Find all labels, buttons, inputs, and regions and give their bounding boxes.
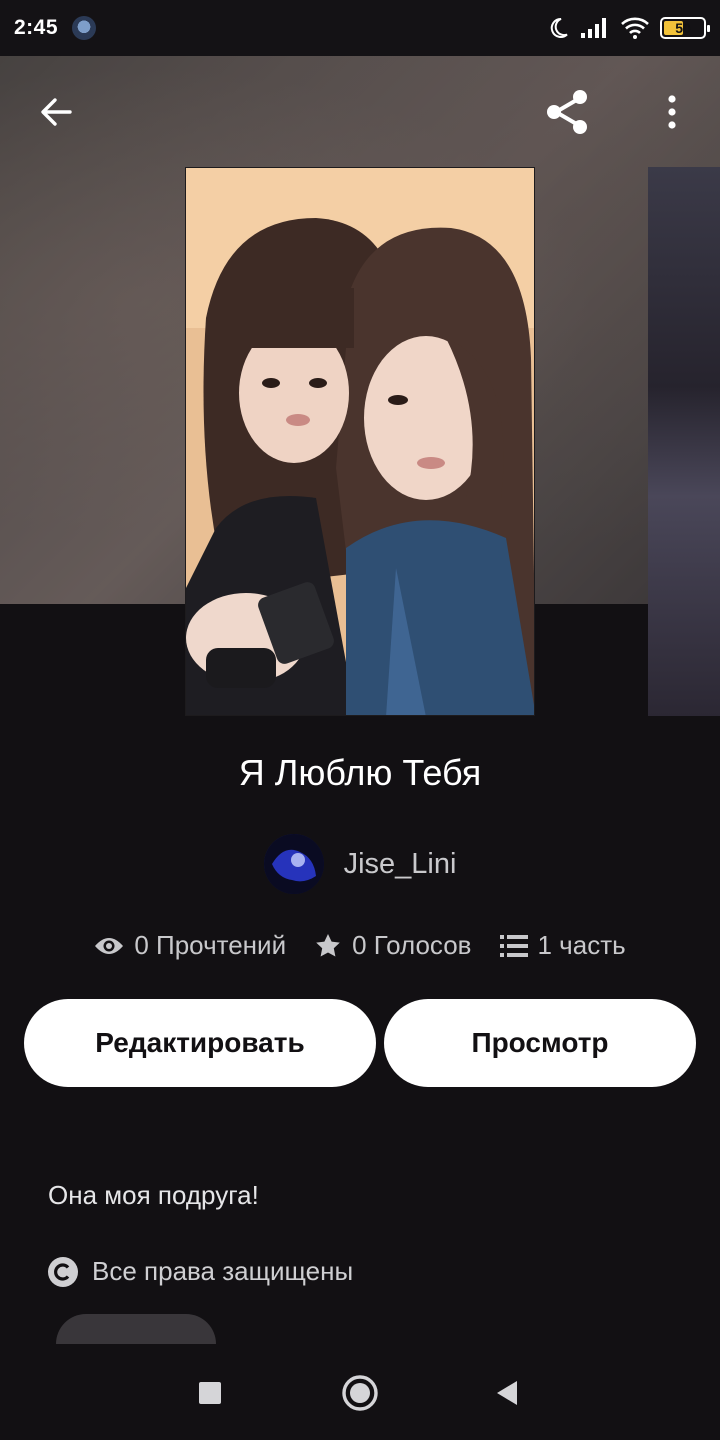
copyright-icon xyxy=(48,1256,78,1287)
votes-count: 0 Голосов xyxy=(352,930,472,960)
signal-icon xyxy=(581,18,606,38)
list-icon xyxy=(499,934,528,957)
story-stats: 0 Прочтений 0 Голосов 1 часть xyxy=(0,930,720,961)
home-button[interactable] xyxy=(335,1368,385,1418)
recents-button[interactable] xyxy=(185,1368,235,1418)
back-nav-button[interactable] xyxy=(482,1368,532,1418)
back-button[interactable] xyxy=(30,86,82,138)
share-button[interactable] xyxy=(540,84,596,140)
notification-app-icon xyxy=(72,16,97,40)
parts-count: 1 часть xyxy=(537,930,626,960)
status-time: 2:45 xyxy=(14,16,59,39)
story-title: Я Люблю Тебя xyxy=(238,752,482,793)
copyright-row: Все права защищены xyxy=(48,1256,353,1287)
edit-button[interactable]: Редактировать xyxy=(24,999,376,1087)
star-icon xyxy=(316,933,340,956)
status-icons: 50 xyxy=(546,16,710,40)
battery-level: 50 xyxy=(675,20,691,36)
author-avatar[interactable] xyxy=(263,834,324,894)
more-options-button[interactable] xyxy=(652,86,692,138)
triangle-back-icon xyxy=(497,1381,517,1405)
battery-icon: 50 xyxy=(660,17,710,39)
copyright-text: Все права защищены xyxy=(92,1256,354,1286)
share-icon xyxy=(547,90,587,134)
author-row[interactable]: Jise_Lini xyxy=(0,834,720,894)
reads-count: 0 Прочтений xyxy=(134,930,287,960)
eye-icon xyxy=(95,937,124,954)
story-cover-image[interactable] xyxy=(185,167,535,716)
story-description: Она моя подруга! xyxy=(48,1180,259,1210)
parts-stat: 1 часть xyxy=(499,930,626,961)
wifi-icon xyxy=(621,17,649,39)
reads-stat: 0 Прочтений xyxy=(94,930,286,961)
status-bar: 2:45 50 xyxy=(0,0,720,56)
view-button[interactable]: Просмотр xyxy=(384,999,696,1087)
square-icon xyxy=(199,1382,221,1404)
arrow-left-icon xyxy=(41,98,72,126)
author-name[interactable]: Jise_Lini xyxy=(344,848,457,881)
next-story-cover[interactable] xyxy=(648,167,720,716)
moon-icon xyxy=(550,17,568,38)
circle-home-icon xyxy=(342,1375,378,1411)
more-vertical-icon xyxy=(668,95,676,129)
votes-stat: 0 Голосов xyxy=(314,930,472,961)
